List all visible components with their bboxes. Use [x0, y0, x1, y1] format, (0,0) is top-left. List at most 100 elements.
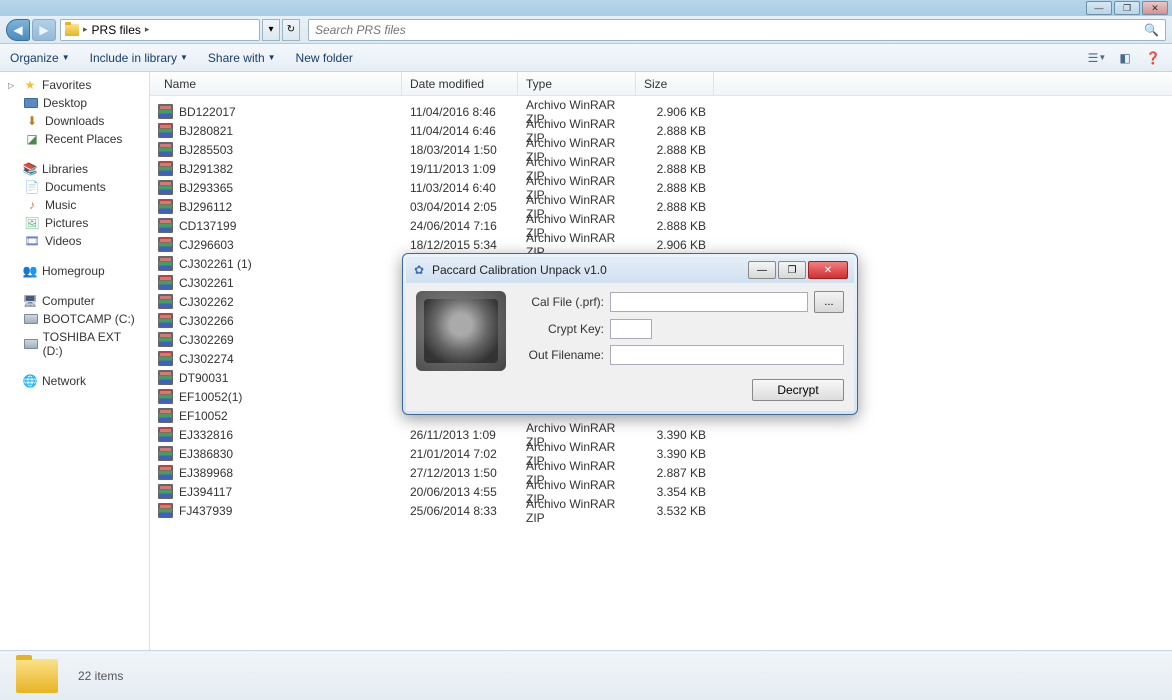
file-size: 3.390 KB	[636, 428, 714, 442]
dialog-close-button[interactable]: ✕	[808, 261, 848, 279]
winrar-icon	[158, 465, 173, 480]
column-date[interactable]: Date modified	[402, 72, 518, 95]
dialog-maximize-button[interactable]: ❐	[778, 261, 806, 279]
sidebar-item-videos[interactable]: 🎞Videos	[0, 232, 149, 250]
file-row[interactable]: CJ296603 18/12/2015 5:34 Archivo WinRAR …	[150, 235, 1172, 254]
decrypt-button[interactable]: Decrypt	[752, 379, 844, 401]
out-filename-input[interactable]	[610, 345, 844, 365]
file-name: EJ394117	[179, 485, 232, 499]
file-row[interactable]: BJ293365 11/03/2014 6:40 Archivo WinRAR …	[150, 178, 1172, 197]
winrar-icon	[158, 294, 173, 309]
sidebar-item-documents[interactable]: 📄Documents	[0, 178, 149, 196]
winrar-icon	[158, 199, 173, 214]
maximize-button[interactable]: ❐	[1114, 1, 1140, 15]
address-bar[interactable]: ▸ PRS files ▸	[60, 19, 260, 41]
file-date: 11/04/2014 6:46	[402, 124, 518, 138]
file-size: 2.888 KB	[636, 162, 714, 176]
sidebar-favorites-header[interactable]: ▷★Favorites	[0, 76, 149, 94]
crypt-key-label: Crypt Key:	[516, 322, 604, 336]
crypt-key-input[interactable]	[610, 319, 652, 339]
organize-menu[interactable]: Organize▼	[10, 51, 70, 65]
file-name: EJ386830	[179, 447, 233, 461]
file-row[interactable]: CD137199 24/06/2014 7:16 Archivo WinRAR …	[150, 216, 1172, 235]
cal-file-label: Cal File (.prf):	[516, 295, 604, 309]
file-row[interactable]: EJ386830 21/01/2014 7:02 Archivo WinRAR …	[150, 444, 1172, 463]
file-row[interactable]: BJ296112 03/04/2014 2:05 Archivo WinRAR …	[150, 197, 1172, 216]
sidebar-item-music[interactable]: ♪Music	[0, 196, 149, 214]
file-row[interactable]: BJ285503 18/03/2014 1:50 Archivo WinRAR …	[150, 140, 1172, 159]
sidebar-libraries-header[interactable]: 📚Libraries	[0, 160, 149, 178]
sidebar-computer-header[interactable]: 🖥Computer	[0, 292, 149, 310]
preview-pane-button[interactable]: ◧	[1116, 49, 1134, 67]
file-name: EF10052(1)	[179, 390, 242, 404]
winrar-icon	[158, 351, 173, 366]
dialog-minimize-button[interactable]: —	[748, 261, 776, 279]
dialog-title: Paccard Calibration Unpack v1.0	[432, 263, 607, 277]
file-size: 2.888 KB	[636, 200, 714, 214]
sidebar-item-toshiba[interactable]: TOSHIBA EXT (D:)	[0, 328, 149, 360]
chevron-right-icon: ▸	[145, 24, 150, 35]
history-dropdown-button[interactable]: ▾	[262, 19, 280, 41]
browse-button[interactable]: ...	[814, 291, 844, 313]
search-bar[interactable]: 🔍	[308, 19, 1166, 41]
sidebar-homegroup-header[interactable]: 👥Homegroup	[0, 262, 149, 280]
close-button[interactable]: ✕	[1142, 1, 1168, 15]
nav-back-button[interactable]: ◀	[6, 19, 30, 41]
file-row[interactable]: FJ437939 25/06/2014 8:33 Archivo WinRAR …	[150, 501, 1172, 520]
file-row[interactable]: EJ394117 20/06/2013 4:55 Archivo WinRAR …	[150, 482, 1172, 501]
documents-icon: 📄	[24, 180, 40, 194]
unpack-dialog: ✿ Paccard Calibration Unpack v1.0 — ❐ ✕ …	[402, 253, 858, 415]
file-name: BJ291382	[179, 162, 233, 176]
dialog-titlebar[interactable]: ✿ Paccard Calibration Unpack v1.0 — ❐ ✕	[406, 257, 854, 283]
winrar-icon	[158, 237, 173, 252]
winrar-icon	[158, 503, 173, 518]
file-name: BJ296112	[179, 200, 232, 214]
winrar-icon	[158, 104, 173, 119]
refresh-button[interactable]: ↻	[282, 19, 300, 41]
file-row[interactable]: EJ332816 26/11/2013 1:09 Archivo WinRAR …	[150, 425, 1172, 444]
file-name: CJ302261	[179, 276, 234, 290]
sidebar-item-desktop[interactable]: Desktop	[0, 94, 149, 112]
share-with-menu[interactable]: Share with▼	[208, 51, 276, 65]
file-name: CJ302262	[179, 295, 234, 309]
nav-forward-button[interactable]: ▶	[32, 19, 56, 41]
homegroup-icon: 👥	[22, 264, 38, 278]
winrar-icon	[158, 427, 173, 442]
file-size: 2.906 KB	[636, 238, 714, 252]
file-name: DT90031	[179, 371, 228, 385]
column-type[interactable]: Type	[518, 72, 636, 95]
file-row[interactable]: BD122017 11/04/2016 8:46 Archivo WinRAR …	[150, 102, 1172, 121]
status-item-count: 22 items	[78, 669, 123, 683]
sidebar-item-bootcamp[interactable]: BOOTCAMP (C:)	[0, 310, 149, 328]
sidebar-item-pictures[interactable]: 🖼Pictures	[0, 214, 149, 232]
sidebar-item-downloads[interactable]: ⬇Downloads	[0, 112, 149, 130]
sidebar-network-header[interactable]: 🌐Network	[0, 372, 149, 390]
new-folder-button[interactable]: New folder	[296, 51, 353, 65]
winrar-icon	[158, 256, 173, 271]
file-size: 2.888 KB	[636, 181, 714, 195]
pictures-icon: 🖼	[24, 216, 40, 230]
cal-file-input[interactable]	[610, 292, 808, 312]
out-filename-label: Out Filename:	[516, 348, 604, 362]
column-name[interactable]: Name	[150, 72, 402, 95]
music-icon: ♪	[24, 198, 40, 212]
drive-icon	[24, 339, 38, 349]
sidebar-item-recent[interactable]: ◪Recent Places	[0, 130, 149, 148]
column-size[interactable]: Size	[636, 72, 714, 95]
file-size: 2.888 KB	[636, 219, 714, 233]
winrar-icon	[158, 161, 173, 176]
minimize-button[interactable]: —	[1086, 1, 1112, 15]
file-size: 3.532 KB	[636, 504, 714, 518]
file-name: EF10052	[179, 409, 228, 423]
view-options-button[interactable]: ☰ ▼	[1088, 49, 1106, 67]
recent-icon: ◪	[24, 132, 40, 146]
breadcrumb-folder[interactable]: PRS files	[92, 23, 141, 37]
file-row[interactable]: BJ280821 11/04/2014 6:46 Archivo WinRAR …	[150, 121, 1172, 140]
file-name: EJ332816	[179, 428, 233, 442]
include-in-library-menu[interactable]: Include in library▼	[90, 51, 188, 65]
file-row[interactable]: EJ389968 27/12/2013 1:50 Archivo WinRAR …	[150, 463, 1172, 482]
search-input[interactable]	[315, 23, 1144, 37]
help-button[interactable]: ❓	[1144, 49, 1162, 67]
file-row[interactable]: BJ291382 19/11/2013 1:09 Archivo WinRAR …	[150, 159, 1172, 178]
file-date: 11/03/2014 6:40	[402, 181, 518, 195]
